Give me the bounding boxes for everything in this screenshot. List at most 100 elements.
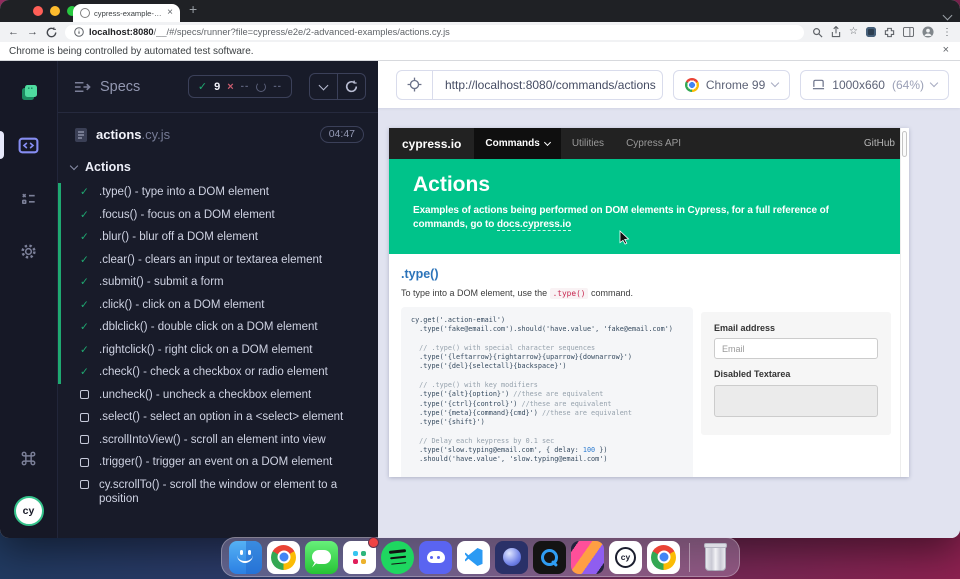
selector-playground-button[interactable]: [397, 71, 433, 99]
cypress-dock-icon[interactable]: cy: [609, 541, 642, 574]
zoom-icon[interactable]: [812, 27, 823, 38]
runner-icon[interactable]: [12, 128, 46, 162]
test-item[interactable]: ✓.dblclick() - double click on a DOM ele…: [58, 316, 378, 339]
passed-indicator-bar: [58, 183, 61, 384]
aut-scrollbar-thumb[interactable]: [902, 131, 907, 157]
vscode-dock-icon[interactable]: [457, 541, 490, 574]
messages-dock-icon[interactable]: [305, 541, 338, 574]
code-line: // Delay each keypress by 0.1 sec: [411, 437, 683, 446]
tab-search-chevron-icon[interactable]: [944, 6, 951, 24]
aut-panel: http://localhost:8080/commands/actions C…: [378, 61, 960, 538]
menu-icon[interactable]: ⋮: [942, 27, 952, 38]
browser-window: cypress-example-kitchensink × + ← → loca…: [0, 0, 960, 538]
test-item[interactable]: ✓ .rightclick() - right click on a DOM el…: [58, 339, 378, 362]
nav-utilities[interactable]: Utilities: [561, 128, 615, 159]
test-pending-icon: [80, 435, 89, 444]
nav-cypress-api[interactable]: Cypress API: [615, 128, 692, 159]
spec-file-row[interactable]: actions.cy.js 04:47: [58, 113, 378, 151]
test-label: .dblclick() - double click on a DOM elem…: [99, 320, 318, 335]
rerun-button[interactable]: [337, 74, 365, 99]
reload-icon[interactable]: [46, 27, 57, 38]
sphere-dock-icon[interactable]: [495, 541, 528, 574]
test-passed-icon: ✓: [80, 230, 90, 244]
cypress-logo-badge: cy: [14, 496, 44, 526]
puzzle-icon[interactable]: [884, 27, 895, 38]
info-icon[interactable]: [74, 27, 84, 37]
chrome-dock-icon[interactable]: [267, 541, 300, 574]
test-item[interactable]: ✓.click() - click on a DOM element: [58, 294, 378, 317]
tab-close-icon[interactable]: ×: [167, 8, 173, 18]
spotify-dock-icon[interactable]: [381, 541, 414, 574]
code-line: // .type() with special character sequen…: [411, 344, 683, 353]
nav-commands[interactable]: Commands: [474, 128, 560, 159]
test-pending-icon: [80, 458, 89, 467]
disabled-textarea: [714, 385, 878, 417]
specs-title: Specs: [100, 79, 140, 95]
keyboard-shortcuts-icon[interactable]: [12, 441, 46, 475]
code-line: cy.get('.action-email'): [411, 316, 683, 325]
code-block: cy.get('.action-email') .type('fake@emai…: [401, 307, 693, 477]
specs-header: Specs ✓ 9 × -- --: [58, 61, 378, 113]
extension-icon[interactable]: [866, 27, 876, 37]
aut-url-text[interactable]: http://localhost:8080/commands/actions: [433, 78, 662, 92]
back-icon[interactable]: ←: [8, 27, 19, 38]
viewport-select[interactable]: 1000x660 (64%): [800, 70, 949, 100]
url-text: localhost:8080/__/#/specs/runner?file=cy…: [89, 27, 450, 37]
test-item[interactable]: .scrollIntoView() - scroll an element in…: [58, 429, 378, 452]
test-label: .check() - check a checkbox or radio ele…: [99, 365, 328, 380]
side-panel-icon[interactable]: [903, 27, 914, 37]
gradient-dock-icon[interactable]: [571, 541, 604, 574]
bookmark-star-icon[interactable]: ☆: [849, 27, 858, 37]
demo-form: Email address Disabled Textarea: [701, 312, 891, 435]
aut-scrollbar[interactable]: [900, 128, 909, 477]
discord-dock-icon[interactable]: [419, 541, 452, 574]
test-item[interactable]: .uncheck() - uncheck a checkbox element: [58, 384, 378, 407]
test-item[interactable]: ✓.blur() - blur off a DOM element: [58, 226, 378, 249]
test-item[interactable]: ✓.clear() - clears an input or textarea …: [58, 249, 378, 272]
trash-dock-icon[interactable]: [699, 541, 732, 574]
close-window-button[interactable]: [33, 6, 43, 16]
slack-dock-icon[interactable]: [343, 541, 376, 574]
test-label: .rightclick() - right click on a DOM ele…: [99, 343, 312, 358]
suite-header[interactable]: Actions: [58, 151, 378, 179]
browser-tab[interactable]: cypress-example-kitchensink ×: [73, 4, 180, 22]
test-item[interactable]: ✓.check() - check a checkbox or radio el…: [58, 361, 378, 384]
test-item[interactable]: .trigger() - trigger an event on a DOM e…: [58, 451, 378, 474]
finder-dock-icon[interactable]: [229, 541, 262, 574]
cypress-logo[interactable]: cy: [12, 494, 46, 528]
debug-icon[interactable]: [12, 181, 46, 215]
test-item[interactable]: ✓.focus() - focus on a DOM element: [58, 204, 378, 227]
forward-icon[interactable]: →: [27, 27, 38, 38]
hero-title: Actions: [413, 173, 885, 197]
test-passed-icon: ✓: [80, 298, 90, 312]
minimize-window-button[interactable]: [50, 6, 60, 16]
notice-close-icon[interactable]: ×: [943, 44, 949, 56]
test-label: .uncheck() - uncheck a checkbox element: [99, 388, 311, 403]
test-item[interactable]: ✓.submit() - submit a form: [58, 271, 378, 294]
quicktime-dock-icon[interactable]: [533, 541, 566, 574]
browser-toolbar: ← → localhost:8080/__/#/specs/runner?fil…: [0, 22, 960, 42]
test-item[interactable]: ✓.type() - type into a DOM element: [58, 181, 378, 204]
collapse-all-button[interactable]: [310, 74, 337, 99]
section-description: To type into a DOM element, use the .typ…: [401, 288, 693, 298]
chrome2-dock-icon[interactable]: [647, 541, 680, 574]
traffic-lights: [33, 6, 77, 16]
address-bar[interactable]: localhost:8080/__/#/specs/runner?file=cy…: [65, 25, 804, 40]
settings-icon[interactable]: [12, 234, 46, 268]
browser-select[interactable]: Chrome 99: [673, 70, 790, 100]
test-item[interactable]: .select() - select an option in a <selec…: [58, 406, 378, 429]
new-tab-button[interactable]: +: [189, 1, 197, 17]
docs-link[interactable]: docs.cypress.io: [497, 219, 571, 231]
test-passed-icon: ✓: [80, 343, 90, 357]
specs-icon[interactable]: [12, 75, 46, 109]
automation-notice-text: Chrome is being controlled by automated …: [9, 46, 254, 57]
pending-count: --: [273, 81, 282, 92]
share-icon[interactable]: [831, 26, 841, 38]
site-brand[interactable]: cypress.io: [389, 128, 474, 159]
chevron-down-icon: [930, 79, 938, 87]
email-field[interactable]: [714, 338, 878, 359]
spec-duration-badge: 04:47: [320, 126, 364, 143]
test-item[interactable]: cy.scrollTo() - scroll the window or ele…: [58, 474, 378, 511]
specs-list-icon[interactable]: [74, 80, 91, 94]
profile-icon[interactable]: [922, 26, 934, 38]
